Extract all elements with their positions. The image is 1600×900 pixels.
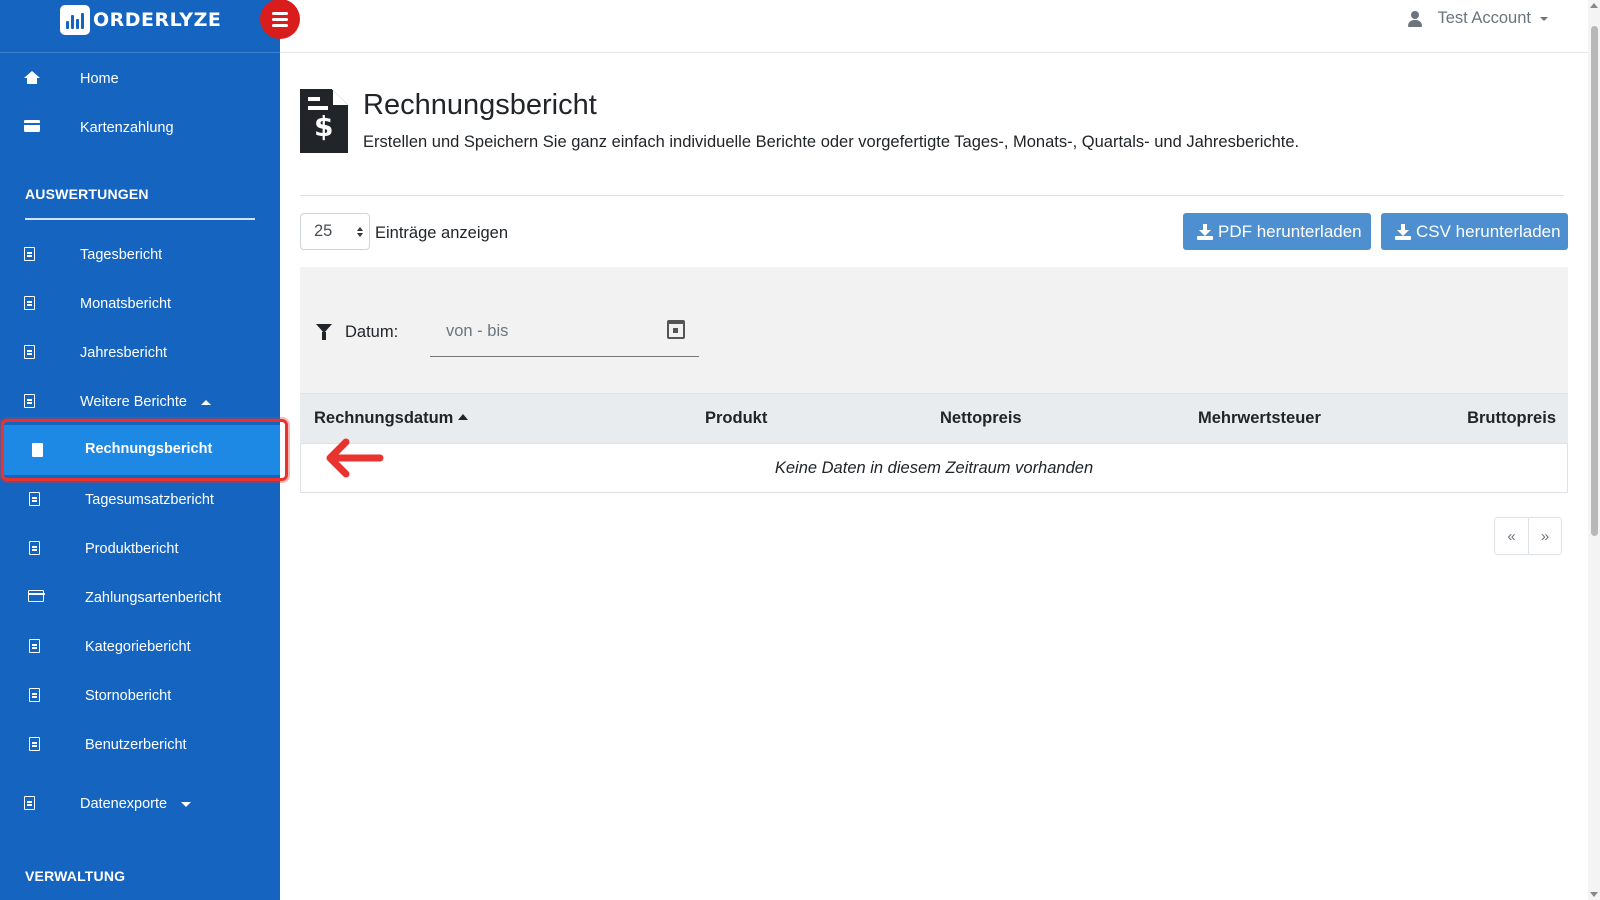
annotation-arrow-icon xyxy=(326,438,384,478)
section-divider xyxy=(25,218,255,220)
brand-name: ORDERLYZE xyxy=(93,9,222,31)
file-icon xyxy=(24,394,35,408)
sidebar-item-kartenzahlung[interactable]: Kartenzahlung xyxy=(0,108,280,148)
sidebar-item-jahresbericht[interactable]: Jahresbericht xyxy=(0,333,280,373)
column-header-produkt[interactable]: Produkt xyxy=(705,409,767,428)
caret-down-icon xyxy=(181,801,192,807)
sidebar-item-label: Monatsbericht xyxy=(80,296,172,312)
sidebar-item-stornobericht[interactable]: Stornobericht xyxy=(0,676,280,716)
column-header-rechnungsdatum[interactable]: Rechnungsdatum xyxy=(314,409,469,428)
pdf-download-label: PDF herunterladen xyxy=(1218,221,1362,241)
pagination: « » xyxy=(1494,517,1562,555)
sidebar-item-label: Jahresbericht xyxy=(80,345,168,361)
section-heading-auswertungen: AUSWERTUNGEN xyxy=(25,186,149,202)
menu-toggle-button[interactable] xyxy=(260,0,300,39)
sidebar-item-label: Tagesbericht xyxy=(80,247,163,263)
page-length-label: Einträge anzeigen xyxy=(375,224,509,242)
file-icon xyxy=(29,541,40,555)
sidebar-item-zahlungsartenbericht[interactable]: Zahlungsartenbericht xyxy=(0,578,280,618)
filter-icon xyxy=(316,324,332,340)
column-header-nettopreis[interactable]: Nettopreis xyxy=(940,409,1022,428)
page-length-value: 25 xyxy=(314,222,333,240)
scroll-up-arrow-icon[interactable] xyxy=(1590,3,1598,8)
date-range-input[interactable]: von - bis xyxy=(430,303,699,357)
csv-download-label: CSV herunterladen xyxy=(1416,221,1561,241)
account-name: Test Account xyxy=(1437,9,1531,27)
caret-up-icon xyxy=(200,399,211,405)
sidebar-item-kategoriebericht[interactable]: Kategoriebericht xyxy=(0,627,280,667)
column-header-mehrwertsteuer[interactable]: Mehrwertsteuer xyxy=(1198,409,1321,428)
calendar-icon[interactable] xyxy=(667,320,685,339)
date-filter-label: Datum: xyxy=(345,323,399,341)
sidebar-item-label: Kartenzahlung xyxy=(80,120,174,136)
sidebar-item-label: Weitere Berichte xyxy=(80,394,187,410)
section-heading-verwaltung: VERWALTUNG xyxy=(25,868,126,884)
sidebar-item-label: Zahlungsartenbericht xyxy=(85,590,222,606)
next-page-button[interactable]: » xyxy=(1528,518,1561,554)
file-icon xyxy=(24,296,35,310)
hamburger-icon xyxy=(272,11,288,15)
file-icon xyxy=(24,345,35,359)
sidebar-item-label: Tagesumsatzbericht xyxy=(85,492,214,508)
invoice-document-icon: $ xyxy=(300,89,348,153)
report-table: Rechnungsdatum Produkt Nettopreis Mehrwe… xyxy=(300,393,1568,493)
table-header: Rechnungsdatum Produkt Nettopreis Mehrwe… xyxy=(300,393,1568,444)
user-icon xyxy=(1408,10,1423,27)
sidebar-item-tagesbericht[interactable]: Tagesbericht xyxy=(0,235,280,275)
brand-bar: ORDERLYZE xyxy=(0,0,280,53)
account-menu[interactable]: Test Account xyxy=(1408,9,1548,28)
sidebar-item-label: Benutzerbericht xyxy=(85,737,187,753)
date-range-placeholder: von - bis xyxy=(446,322,509,340)
logo-icon xyxy=(60,5,90,35)
download-icon xyxy=(1395,223,1411,240)
header-divider xyxy=(300,195,1564,196)
column-header-bruttopreis[interactable]: Bruttopreis xyxy=(1467,409,1556,428)
file-icon xyxy=(29,737,40,751)
previous-page-button[interactable]: « xyxy=(1495,518,1528,554)
sidebar-item-monatsbericht[interactable]: Monatsbericht xyxy=(0,284,280,324)
file-icon xyxy=(29,688,40,702)
credit-card-icon xyxy=(24,120,40,132)
empty-table-row: Keine Daten in diesem Zeitraum vorhanden xyxy=(300,444,1568,493)
caret-down-icon xyxy=(1540,16,1548,21)
pdf-download-button[interactable]: PDF herunterladen xyxy=(1183,213,1371,250)
sort-ascending-icon xyxy=(458,413,469,420)
sidebar-item-datenexporte[interactable]: Datenexporte xyxy=(0,784,280,824)
annotation-highlight-box xyxy=(1,419,288,481)
sidebar-item-label: Stornobericht xyxy=(85,688,172,704)
sidebar-item-label: Produktbericht xyxy=(85,541,179,557)
empty-message: Keine Daten in diesem Zeitraum vorhanden xyxy=(774,458,1094,477)
csv-download-button[interactable]: CSV herunterladen xyxy=(1381,213,1568,250)
home-icon xyxy=(24,71,40,84)
page-subtitle: Erstellen und Speichern Sie ganz einfach… xyxy=(363,133,1300,151)
download-icon xyxy=(1197,223,1213,240)
page-title: Rechnungsbericht xyxy=(363,89,597,121)
orderlyze-logo[interactable]: ORDERLYZE xyxy=(60,5,221,35)
sidebar-item-benutzerbericht[interactable]: Benutzerbericht xyxy=(0,725,280,765)
file-icon xyxy=(24,247,35,261)
file-icon xyxy=(29,492,40,506)
filter-panel: Datum: von - bis xyxy=(300,267,1568,393)
scrollbar-thumb[interactable] xyxy=(1591,26,1598,536)
file-icon xyxy=(29,639,40,653)
scroll-down-arrow-icon[interactable] xyxy=(1590,892,1598,897)
sidebar-item-weitere-berichte[interactable]: Weitere Berichte xyxy=(0,382,280,422)
sidebar-item-label: Home xyxy=(80,71,119,87)
page-scrollbar[interactable] xyxy=(1588,0,1600,900)
sidebar-item-label: Datenexporte xyxy=(80,796,168,812)
sidebar-item-home[interactable]: Home xyxy=(0,59,280,99)
sidebar-item-label: Kategoriebericht xyxy=(85,639,191,655)
page-length-select[interactable]: 25 xyxy=(300,213,370,250)
sidebar-item-tagesumsatzbericht[interactable]: Tagesumsatzbericht xyxy=(0,480,280,520)
file-icon xyxy=(24,796,35,810)
credit-card-icon xyxy=(28,590,45,602)
sidebar-item-produktbericht[interactable]: Produktbericht xyxy=(0,529,280,569)
topbar: Test Account xyxy=(280,0,1588,53)
